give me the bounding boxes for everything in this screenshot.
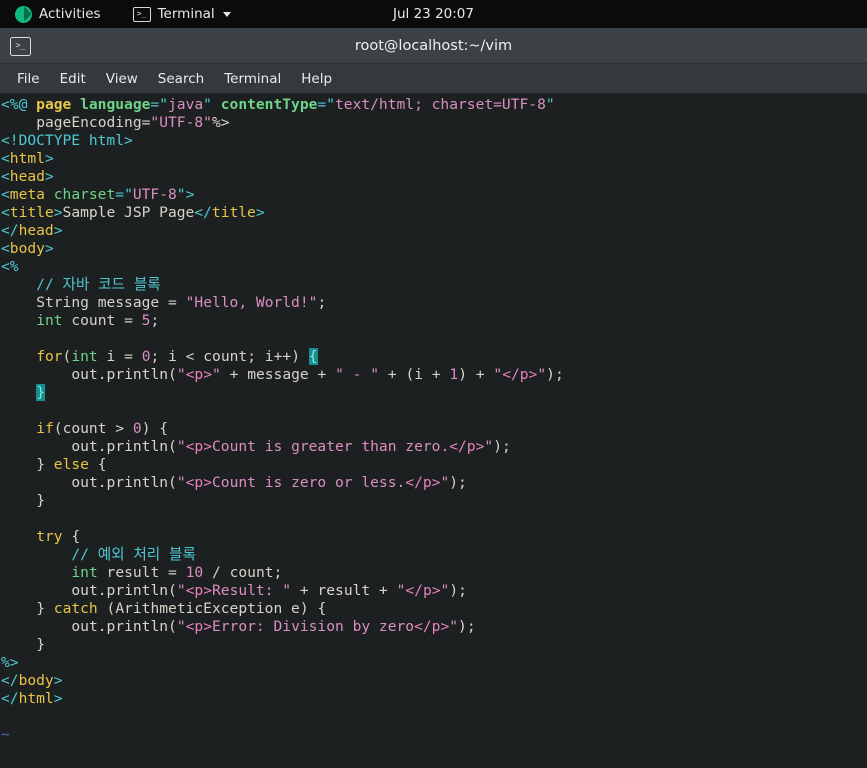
code-line: <head> bbox=[1, 168, 54, 185]
chevron-down-icon bbox=[222, 11, 231, 17]
code-line: try { bbox=[36, 528, 81, 545]
code-line: } bbox=[36, 384, 45, 401]
window-title: root@localhost:~/vim bbox=[354, 38, 513, 54]
terminal-icon: >_ bbox=[132, 6, 151, 22]
code-line: } bbox=[36, 636, 45, 653]
rocky-linux-logo-icon bbox=[15, 5, 32, 23]
code-line: } catch (ArithmeticException e) { bbox=[36, 600, 327, 617]
code-line: %> bbox=[1, 654, 19, 671]
terminal-icon: >_ bbox=[10, 36, 31, 56]
code-line: // 자바 코드 블록 bbox=[36, 276, 161, 293]
code-line: // 예외 처리 블록 bbox=[71, 546, 196, 563]
code-line: out.println("<p>Count is greater than ze… bbox=[71, 438, 511, 455]
terminal-window: >_ root@localhost:~/vim File Edit View S… bbox=[0, 28, 867, 768]
activities-label: Activities bbox=[39, 6, 101, 22]
code-line: </head> bbox=[1, 222, 63, 239]
code-line: ~ bbox=[1, 726, 10, 743]
menu-item-file[interactable]: File bbox=[8, 67, 49, 91]
code-line: <title>Sample JSP Page</title> bbox=[1, 204, 265, 221]
code-line: String message = "Hello, World!"; bbox=[36, 294, 327, 311]
code-line: } else { bbox=[36, 456, 107, 473]
code-line: out.println("<p>Count is zero or less.</… bbox=[71, 474, 467, 491]
code-line: out.println("<p>Result: " + result + "</… bbox=[71, 582, 467, 599]
code-line: <!DOCTYPE html> bbox=[1, 132, 133, 149]
code-line: out.println("<p>" + message + " - " + (i… bbox=[71, 366, 564, 383]
code-line: </body> bbox=[1, 672, 63, 689]
activities-button[interactable]: Activities bbox=[8, 3, 108, 26]
menu-bar: File Edit View Search Terminal Help bbox=[0, 64, 867, 94]
code-line: } bbox=[36, 492, 45, 509]
vim-editor-buffer[interactable]: <%@ page language="java" contentType="te… bbox=[0, 96, 867, 744]
menu-item-view[interactable]: View bbox=[97, 67, 147, 91]
code-line: <% bbox=[1, 258, 19, 275]
terminal-content-area[interactable]: <%@ page language="java" contentType="te… bbox=[0, 94, 867, 768]
menu-item-terminal[interactable]: Terminal bbox=[215, 67, 290, 91]
app-menu-label: Terminal bbox=[157, 6, 215, 22]
window-titlebar[interactable]: >_ root@localhost:~/vim bbox=[0, 28, 867, 64]
app-menu-terminal[interactable]: >_ Terminal bbox=[126, 3, 238, 25]
code-line: <meta charset="UTF-8"> bbox=[1, 186, 195, 203]
code-line: </html> bbox=[1, 690, 63, 707]
code-line: <html> bbox=[1, 150, 54, 167]
code-line: int count = 5; bbox=[36, 312, 160, 329]
code-line: <%@ page language="java" contentType="te… bbox=[1, 96, 555, 113]
code-line: pageEncoding="UTF-8"%> bbox=[36, 114, 230, 131]
code-line: if(count > 0) { bbox=[36, 420, 169, 437]
menu-item-search[interactable]: Search bbox=[149, 67, 213, 91]
code-line: <body> bbox=[1, 240, 54, 257]
gnome-top-bar: Activities >_ Terminal Jul 23 20:07 bbox=[0, 0, 867, 28]
code-line: for(int i = 0; i < count; i++) { bbox=[36, 348, 318, 365]
code-line: int result = 10 / count; bbox=[71, 564, 283, 581]
menu-item-help[interactable]: Help bbox=[292, 67, 341, 91]
menu-item-edit[interactable]: Edit bbox=[51, 67, 95, 91]
code-line: out.println("<p>Error: Division by zero<… bbox=[71, 618, 476, 635]
